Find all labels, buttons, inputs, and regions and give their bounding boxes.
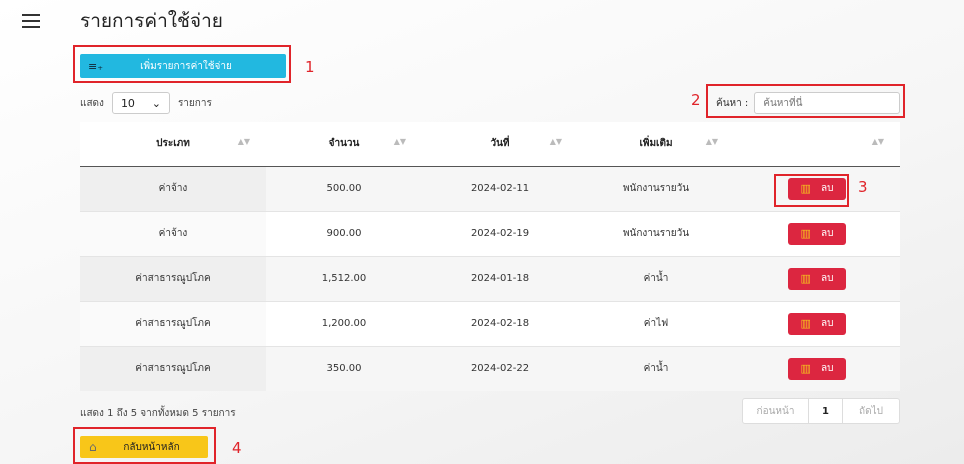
annotation-number-3: 3	[858, 178, 868, 196]
cell-note: ค่าน้ำ	[578, 345, 734, 391]
cell-amount: 1,200.00	[266, 300, 422, 346]
table-header-row: ประเภท ▲▼ จำนวน ▲▼ วันที่ ▲▼ เพิ่มเติม ▲▼ ▲▼	[80, 122, 900, 167]
trash-icon: ▥	[800, 317, 811, 330]
annotation-box-3	[774, 174, 849, 207]
column-header-date[interactable]: วันที่ ▲▼	[422, 122, 578, 167]
trash-icon: ▥	[800, 272, 811, 285]
annotation-number-1: 1	[305, 58, 315, 76]
column-header-type[interactable]: ประเภท ▲▼	[80, 122, 266, 167]
cell-type: ค่าสาธารณูปโภค	[80, 345, 266, 391]
sort-icon: ▲▼	[871, 137, 884, 146]
cell-amount: 900.00	[266, 210, 422, 256]
page-length-value: 10	[120, 96, 135, 110]
cell-date: 2024-02-11	[422, 165, 578, 211]
cell-note: พนักงานรายวัน	[578, 165, 734, 211]
annotation-box-4	[73, 427, 216, 464]
pagination-previous[interactable]: ก่อนหน้า	[743, 399, 809, 423]
cell-amount: 1,512.00	[266, 255, 422, 301]
cell-note: พนักงานรายวัน	[578, 210, 734, 256]
trash-icon: ▥	[800, 227, 811, 240]
chevron-down-icon: ⌄	[151, 96, 161, 110]
cell-note: ค่าไฟ	[578, 300, 734, 346]
delete-button[interactable]: ▥ ลบ	[788, 267, 846, 290]
delete-button[interactable]: ▥ ลบ	[788, 357, 846, 380]
cell-amount: 500.00	[266, 165, 422, 211]
cell-date: 2024-02-18	[422, 300, 578, 346]
delete-button[interactable]: ▥ ลบ	[788, 312, 846, 335]
cell-date: 2024-02-19	[422, 210, 578, 256]
cell-type: ค่าสาธารณูปโภค	[80, 255, 266, 301]
page-length-select[interactable]: 10 ⌄	[111, 92, 170, 114]
cell-date: 2024-01-18	[422, 255, 578, 301]
trash-icon: ▥	[800, 362, 811, 376]
menu-icon[interactable]	[22, 14, 40, 28]
sort-icon: ▲▼	[393, 137, 406, 146]
length-suffix: รายการ	[177, 97, 212, 109]
cell-date: 2024-02-22	[422, 345, 578, 391]
page-length-control: แสดง 10 ⌄ รายการ	[80, 92, 212, 114]
column-header-action[interactable]: ▲▼	[734, 122, 900, 167]
table-row: ค่าสาธารณูปโภค 1,512.00 2024-01-18 ค่าน้…	[80, 255, 900, 301]
cell-note: ค่าน้ำ	[578, 255, 734, 301]
sort-icon: ▲▼	[705, 137, 718, 146]
annotation-number-2: 2	[691, 91, 701, 109]
page-title: รายการค่าใช้จ่าย	[80, 10, 223, 32]
cell-action: ▥ ลบ	[734, 210, 900, 256]
cell-amount: 350.00	[266, 345, 422, 391]
annotation-box-1	[73, 45, 291, 83]
table-row: ค่าจ้าง 900.00 2024-02-19 พนักงานรายวัน …	[80, 210, 900, 256]
table-row: ค่าสาธารณูปโภค 1,200.00 2024-02-18 ค่าไฟ…	[80, 300, 900, 346]
cell-type: ค่าสาธารณูปโภค	[80, 300, 266, 346]
cell-type: ค่าจ้าง	[80, 165, 266, 211]
expense-table: ประเภท ▲▼ จำนวน ▲▼ วันที่ ▲▼ เพิ่มเติม ▲▼ ▲▼…	[80, 122, 900, 391]
sort-icon: ▲▼	[549, 137, 562, 146]
table-row: ค่าสาธารณูปโภค 350.00 2024-02-22 ค่าน้ำ …	[80, 345, 900, 391]
cell-type: ค่าจ้าง	[80, 210, 266, 256]
pagination-next[interactable]: ถัดไป	[843, 399, 899, 423]
delete-button[interactable]: ▥ ลบ	[788, 222, 846, 245]
pagination-page[interactable]: 1	[809, 399, 843, 423]
cell-action: ▥ ลบ	[734, 255, 900, 301]
table-info: แสดง 1 ถึง 5 จากทั้งหมด 5 รายการ	[80, 408, 236, 419]
cell-action: ▥ ลบ	[734, 300, 900, 346]
cell-action: ▥ ลบ	[734, 345, 900, 391]
pagination: ก่อนหน้า 1 ถัดไป	[742, 398, 900, 424]
annotation-box-2	[706, 84, 905, 118]
column-header-note[interactable]: เพิ่มเติม ▲▼	[578, 122, 734, 167]
column-header-amount[interactable]: จำนวน ▲▼	[266, 122, 422, 167]
sort-icon: ▲▼	[237, 137, 250, 146]
annotation-number-4: 4	[232, 439, 242, 457]
length-prefix: แสดง	[80, 97, 104, 109]
